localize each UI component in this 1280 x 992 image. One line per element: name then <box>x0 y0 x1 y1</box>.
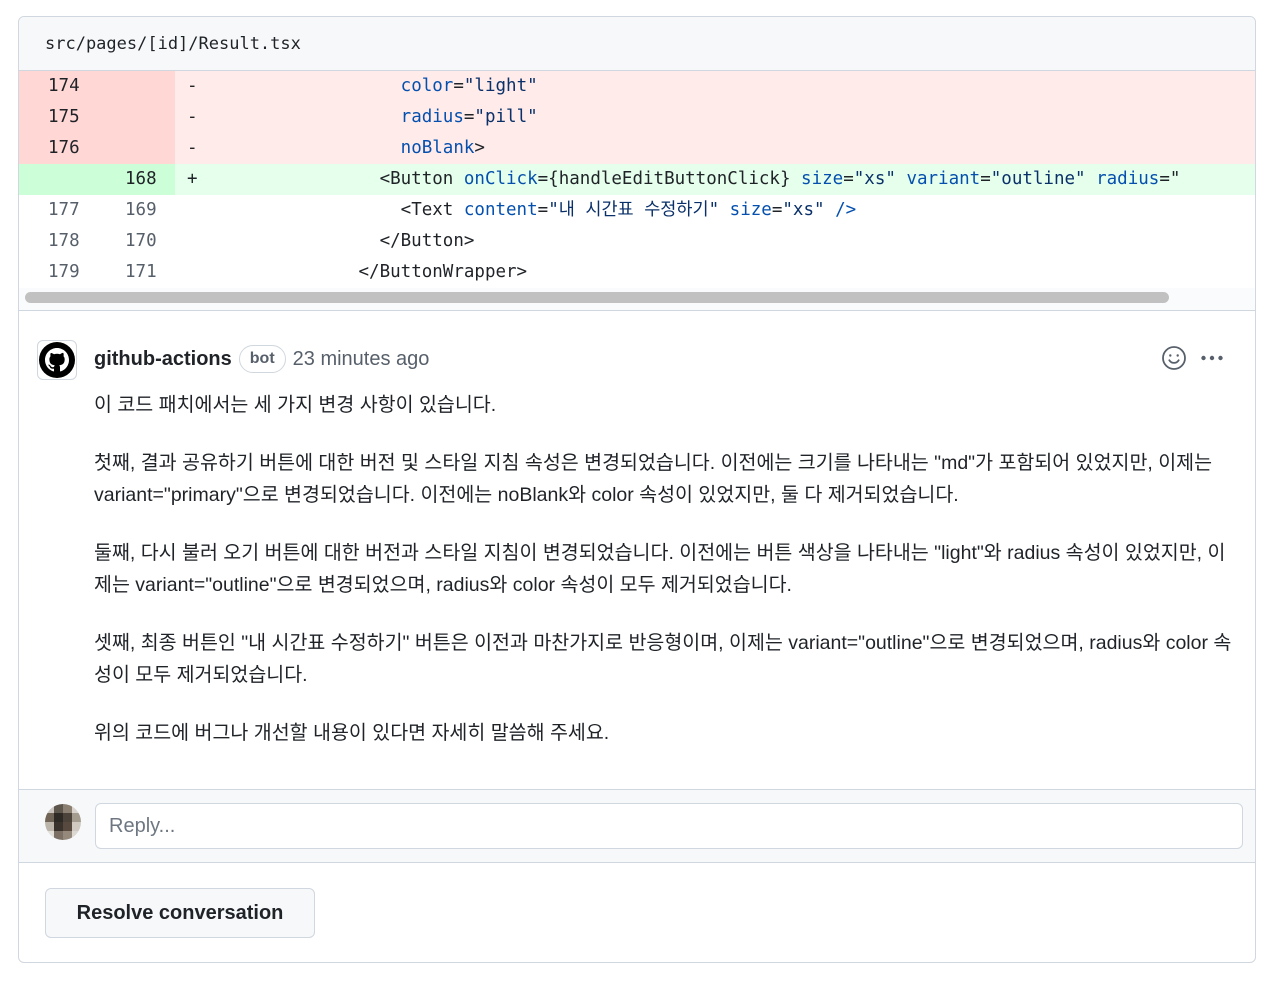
code-token: "pill" <box>474 107 538 127</box>
code-token: color <box>400 76 454 96</box>
bot-badge: bot <box>238 345 286 373</box>
code-line: radius="pill" <box>211 102 1255 133</box>
github-mark-icon <box>39 342 75 378</box>
code-token: content <box>463 200 538 220</box>
reply-bar <box>19 789 1255 863</box>
code-token: = <box>537 200 549 220</box>
new-line-number[interactable]: 169 <box>97 195 175 226</box>
scrollbar-thumb[interactable] <box>25 292 1169 303</box>
diff-line: 175 - radius="pill" <box>19 102 1255 133</box>
diff-marker: - <box>187 138 198 158</box>
comment-paragraph: 이 코드 패치에서는 세 가지 변경 사항이 있습니다. <box>94 394 497 416</box>
new-line-number[interactable]: 170 <box>97 226 175 257</box>
comment-timestamp[interactable]: 23 minutes ago <box>293 348 430 371</box>
code-token: size <box>801 169 844 189</box>
code-line: <Text content="내 시간표 수정하기" size="xs" /> <box>211 195 1255 226</box>
code-token: "xs" <box>853 169 907 189</box>
comment-actions <box>1161 345 1225 371</box>
code-token: <Text <box>400 200 464 220</box>
code-token: size <box>729 200 772 220</box>
diff-marker: + <box>187 169 198 189</box>
comment-paragraph: 위의 코드에 버그나 개선할 내용이 있다면 자세히 말씀해 주세요. <box>94 722 610 744</box>
user-avatar[interactable] <box>45 804 81 840</box>
old-line-number[interactable]: 178 <box>19 226 97 257</box>
diff-marker: - <box>187 107 198 127</box>
diff-line: 168 + <Button onClick={handleEditButtonCl… <box>19 164 1255 195</box>
code-token: radius <box>400 107 464 127</box>
diff-line: 177 169 <Text content="내 시간표 수정하기" size="… <box>19 195 1255 226</box>
code-token: radius <box>1096 169 1160 189</box>
diff-line: 176 - noBlank> <box>19 133 1255 164</box>
smiley-icon[interactable] <box>1161 345 1187 371</box>
review-thread: src/pages/[id]/Result.tsx 174- color="li… <box>18 16 1256 963</box>
code-token: > <box>474 138 485 158</box>
code-line: noBlank> <box>211 133 1255 164</box>
code-token: /> <box>835 200 857 220</box>
code-token: <Button <box>379 169 464 189</box>
comment-paragraph: 셋째, 최종 버튼인 "내 시간표 수정하기" 버튼은 이전과 마찬가지로 반응… <box>94 632 1232 686</box>
comment-body: 이 코드 패치에서는 세 가지 변경 사항이 있습니다. 첫째, 결과 공유하기 … <box>94 389 1239 775</box>
code-token: ={handleEditButtonClick} <box>537 169 802 189</box>
code-token: = <box>463 107 475 127</box>
comment-header: github-actions bot 23 minutes ago <box>94 344 429 374</box>
diff-marker: - <box>187 76 198 96</box>
new-line-number[interactable] <box>97 71 175 102</box>
code-token: "outline" <box>990 169 1097 189</box>
code-line: color="light" <box>211 71 1255 102</box>
old-line-number[interactable]: 174 <box>19 71 97 102</box>
code-token: = <box>771 200 783 220</box>
old-line-number[interactable]: 176 <box>19 133 97 164</box>
comment: github-actions bot 23 minutes ago 이 코드 패… <box>19 311 1255 788</box>
new-line-number[interactable] <box>97 133 175 164</box>
file-path[interactable]: src/pages/[id]/Result.tsx <box>45 34 301 54</box>
kebab-menu-icon[interactable] <box>1199 345 1225 371</box>
code-token: variant <box>906 169 981 189</box>
code-token: </ButtonWrapper> <box>358 262 528 282</box>
github-actions-avatar[interactable] <box>37 340 77 380</box>
code-token: = <box>453 76 464 96</box>
code-token: "light" <box>463 76 538 96</box>
reply-input[interactable] <box>95 803 1243 849</box>
old-line-number[interactable] <box>19 164 97 195</box>
code-line: </Button> <box>211 226 1255 257</box>
new-line-number[interactable] <box>97 102 175 133</box>
author-name[interactable]: github-actions <box>94 348 232 371</box>
diff-table: 174- color="light" 175- radius="pill" 176-… <box>19 71 1255 288</box>
new-line-number[interactable]: 171 <box>97 257 175 288</box>
code-line: <Button onClick={handleEditButtonClick} … <box>211 164 1255 195</box>
diff-line: 179 171 </ButtonWrapper> <box>19 257 1255 288</box>
old-line-number[interactable]: 177 <box>19 195 97 226</box>
code-token: onClick <box>463 169 538 189</box>
code-token: "내 시간표 수정하기" <box>548 200 730 220</box>
old-line-number[interactable]: 179 <box>19 257 97 288</box>
file-path-header: src/pages/[id]/Result.tsx <box>19 17 1255 71</box>
code-token: noBlank <box>400 138 475 158</box>
comment-paragraph: 둘째, 다시 불러 오기 버튼에 대한 버전과 스타일 지침이 변경되었습니다.… <box>94 542 1226 596</box>
resolve-conversation-button[interactable]: Resolve conversation <box>45 888 315 938</box>
code-token: </Button> <box>379 231 475 251</box>
code-token: = <box>980 169 991 189</box>
comment-paragraph: 첫째, 결과 공유하기 버튼에 대한 버전 및 스타일 지침 속성은 변경되었습… <box>94 452 1213 506</box>
code-token: = <box>843 169 854 189</box>
new-line-number[interactable]: 168 <box>97 164 175 195</box>
horizontal-scrollbar[interactable] <box>19 288 1255 311</box>
code-line: </ButtonWrapper> <box>211 257 1255 288</box>
code-token: =" <box>1159 169 1181 189</box>
old-line-number[interactable]: 175 <box>19 102 97 133</box>
code-token: "xs" <box>782 200 836 220</box>
diff-line: 174 - color="light" <box>19 71 1255 102</box>
diff-line: 178 170 </Button> <box>19 226 1255 257</box>
